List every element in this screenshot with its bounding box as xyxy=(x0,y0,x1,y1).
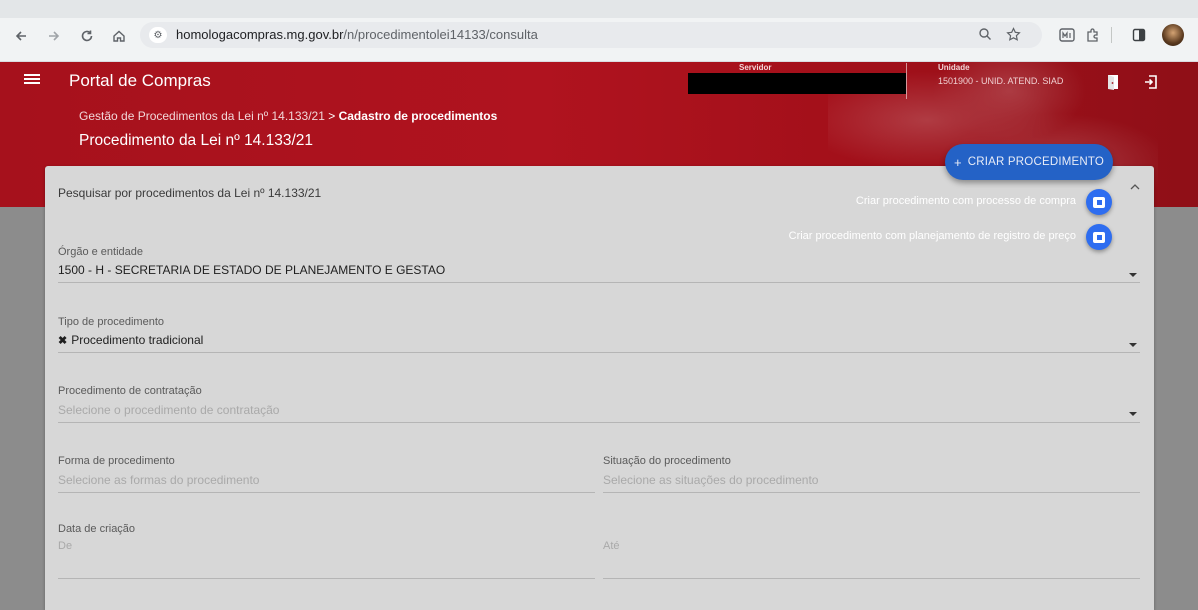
situacao-select[interactable]: Selecione as situações do procedimento xyxy=(603,473,818,487)
plus-icon: + xyxy=(953,154,962,170)
data-de-underline xyxy=(58,578,595,579)
contratacao-underline xyxy=(58,422,1140,423)
speed-dial-action-compra-label[interactable]: Criar procedimento com processo de compr… xyxy=(856,195,1076,207)
side-panel-icon[interactable] xyxy=(1129,25,1149,45)
orgao-dropdown-arrow-icon[interactable] xyxy=(1129,273,1137,277)
speed-dial-action-registro-label[interactable]: Criar procedimento com planejamento de r… xyxy=(789,230,1076,242)
hamburger-menu-icon[interactable] xyxy=(24,70,40,90)
toolbar-separator xyxy=(1111,27,1112,43)
tipo-dropdown-arrow-icon[interactable] xyxy=(1129,343,1137,347)
orgao-label: Órgão e entidade xyxy=(58,246,144,258)
breadcrumb-parent[interactable]: Gestão de Procedimentos da Lei nº 14.133… xyxy=(79,109,325,123)
address-bar[interactable]: ⚙ homologacompras.mg.gov.br/n/procedimen… xyxy=(140,22,1042,48)
servidor-label: Servidor xyxy=(739,63,772,72)
exit-door-icon[interactable] xyxy=(1103,72,1123,92)
add-document-icon xyxy=(1093,196,1105,208)
browser-tabstrip xyxy=(0,0,1198,18)
tipo-underline xyxy=(58,352,1140,353)
zoom-icon[interactable] xyxy=(978,27,992,44)
criar-procedimento-label: CRIAR PROCEDIMENTO xyxy=(967,156,1105,168)
contratacao-dropdown-arrow-icon[interactable] xyxy=(1129,412,1137,416)
contratacao-label: Procedimento de contratação xyxy=(58,385,202,397)
orgao-select[interactable]: 1500 - H - SECRETARIA DE ESTADO DE PLANE… xyxy=(58,263,445,277)
forma-select[interactable]: Selecione as formas do procedimento xyxy=(58,473,259,487)
breadcrumb: Gestão de Procedimentos da Lei nº 14.133… xyxy=(79,109,497,123)
servidor-value-redacted xyxy=(688,73,906,94)
logout-icon[interactable] xyxy=(1141,72,1161,92)
data-criacao-label: Data de criação xyxy=(58,523,136,535)
speed-dial-action-registro-button[interactable] xyxy=(1086,224,1112,250)
data-ate-input[interactable]: Até xyxy=(603,540,620,552)
card-title: Pesquisar por procedimentos da Lei nº 14… xyxy=(58,186,322,200)
home-icon[interactable] xyxy=(108,25,130,47)
reload-icon[interactable] xyxy=(76,25,98,47)
chip-remove-icon[interactable]: ✖ xyxy=(58,335,67,347)
situacao-label: Situação do procedimento xyxy=(603,455,731,467)
url-path: /n/procedimentolei14133/consulta xyxy=(343,27,538,42)
browser-toolbar: ⚙ homologacompras.mg.gov.br/n/procedimen… xyxy=(0,0,1198,62)
extension-m-icon[interactable] xyxy=(1057,25,1077,45)
url-domain: homologacompras.mg.gov.br xyxy=(176,27,344,42)
situacao-underline xyxy=(603,492,1140,493)
profile-avatar[interactable] xyxy=(1162,24,1184,46)
arrow-left-icon[interactable] xyxy=(10,25,32,47)
chevron-up-icon[interactable] xyxy=(1130,183,1140,194)
address-url[interactable]: homologacompras.mg.gov.br/n/procedimento… xyxy=(176,27,538,42)
unidade-label: Unidade xyxy=(938,63,970,72)
unidade-value[interactable]: 1501900 - UNID. ATEND. SIAD xyxy=(938,76,1063,86)
page-title: Procedimento da Lei nº 14.133/21 xyxy=(79,132,314,149)
add-box-icon xyxy=(1093,231,1105,243)
breadcrumb-current: Cadastro de procedimentos xyxy=(338,109,498,123)
speed-dial-action-compra-button[interactable] xyxy=(1086,189,1112,215)
criar-procedimento-button[interactable]: + CRIAR PROCEDIMENTO xyxy=(945,144,1113,180)
tipo-select[interactable]: ✖ Procedimento tradicional xyxy=(58,333,203,347)
breadcrumb-separator: > xyxy=(328,109,336,123)
arrow-right-icon[interactable] xyxy=(43,25,65,47)
forma-label: Forma de procedimento xyxy=(58,455,175,467)
data-de-input[interactable]: De xyxy=(58,540,72,552)
tipo-label: Tipo de procedimento xyxy=(58,316,164,328)
forma-underline xyxy=(58,492,595,493)
header-divider xyxy=(906,63,907,99)
app-title[interactable]: Portal de Compras xyxy=(69,71,211,91)
extensions-puzzle-icon[interactable] xyxy=(1083,25,1103,45)
site-settings-icon[interactable]: ⚙ xyxy=(149,27,167,43)
contratacao-select[interactable]: Selecione o procedimento de contratação xyxy=(58,403,279,417)
bookmark-star-icon[interactable] xyxy=(1006,27,1021,45)
tipo-chip-label: Procedimento tradicional xyxy=(71,333,204,347)
data-ate-underline xyxy=(603,578,1140,579)
orgao-underline xyxy=(58,282,1140,283)
